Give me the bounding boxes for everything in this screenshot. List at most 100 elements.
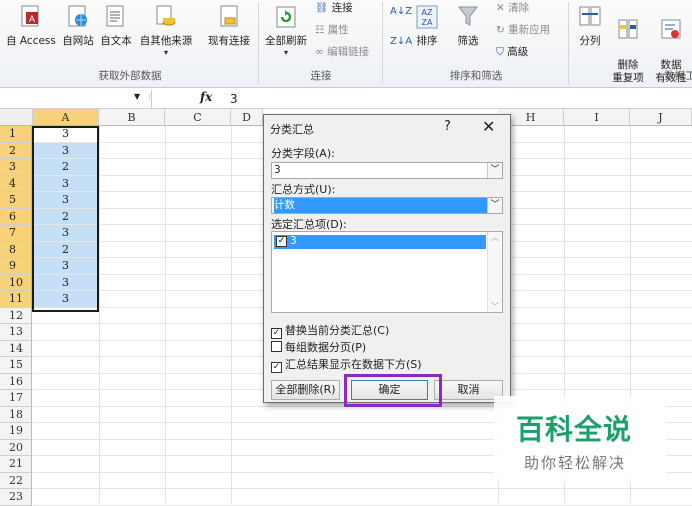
select-all-corner[interactable]	[0, 109, 33, 126]
sort-button[interactable]: AZ ZA 排序	[412, 4, 442, 48]
row-header[interactable]: 11	[0, 291, 32, 308]
connections-label: 连接	[331, 2, 353, 14]
ribbon-separator	[258, 2, 259, 84]
filter-button[interactable]: 筛选	[448, 4, 488, 48]
page-break-checkbox[interactable]: 每组数据分页(P)	[271, 339, 366, 355]
row-header[interactable]: 4	[0, 175, 32, 192]
sort-descending-icon: Z↓A	[390, 36, 413, 47]
existing-connections-label: 现有连接	[208, 35, 250, 47]
chevron-down-icon[interactable]: ﹀	[487, 198, 502, 213]
text-file-icon	[106, 5, 124, 27]
row-header[interactable]: 17	[0, 390, 32, 407]
remove-duplicates-button[interactable]: 删除 重复项	[610, 4, 646, 85]
row-header[interactable]: 3	[0, 159, 32, 176]
access-db-icon: A	[21, 5, 39, 27]
reapply-button[interactable]: ↻ 重新应用	[496, 22, 550, 37]
remove-duplicates-icon	[618, 19, 638, 39]
column-header-d[interactable]: D	[231, 109, 263, 126]
row-header[interactable]: 20	[0, 439, 32, 456]
from-access-button[interactable]: A 自 Access	[4, 4, 58, 48]
row-header[interactable]: 14	[0, 340, 32, 357]
list-item-label: 3	[290, 235, 297, 247]
sort-descending-button[interactable]: Z↓A	[390, 36, 412, 47]
ribbon-separator	[568, 2, 569, 84]
formula-input[interactable]: 3	[230, 92, 238, 106]
edit-links-button[interactable]: ∞ 编辑链接	[315, 44, 369, 59]
ribbon: A 自 Access 自网站 自文本 自其他来源 ▾ 现有连接 获取外部数据 全…	[0, 0, 692, 88]
sort-ascending-icon: A↓Z	[390, 6, 413, 17]
remove-all-button[interactable]: 全部删除(R)	[271, 380, 340, 400]
row-header[interactable]: 7	[0, 225, 32, 242]
clear-filter-button[interactable]: ✕ 清除	[496, 0, 529, 15]
row-header[interactable]: 10	[0, 274, 32, 291]
summary-below-label: 汇总结果显示在数据下方(S)	[285, 358, 422, 371]
scroll-down-icon[interactable]: ﹀	[488, 301, 502, 312]
reapply-label: 重新应用	[508, 24, 551, 36]
text-to-columns-button[interactable]: 分列	[572, 4, 608, 48]
row-header[interactable]: 2	[0, 142, 32, 159]
insert-function-icon[interactable]: fx	[200, 90, 212, 104]
connections-icon: ⛓	[315, 2, 329, 14]
web-globe-icon	[68, 5, 87, 27]
existing-connections-button[interactable]: 现有连接	[202, 4, 256, 48]
row-header[interactable]: 15	[0, 357, 32, 374]
column-header-c[interactable]: C	[165, 109, 231, 126]
from-text-button[interactable]: 自文本	[98, 4, 134, 48]
gridline	[231, 126, 232, 503]
add-subtotal-to-label: 选定汇总项(D):	[271, 218, 347, 231]
column-header-i[interactable]: I	[564, 109, 630, 126]
row-header[interactable]: 22	[0, 472, 32, 489]
row-header[interactable]: 16	[0, 373, 32, 390]
gridline	[33, 488, 692, 489]
column-header-a[interactable]: A	[33, 109, 99, 126]
data-validation-icon	[661, 19, 681, 39]
add-subtotal-to-list[interactable]: ✓ 3 ︿ ﹀	[271, 231, 503, 313]
cancel-button[interactable]: 取消	[434, 380, 503, 400]
column-header-b[interactable]: B	[99, 109, 165, 126]
row-header[interactable]: 9	[0, 258, 32, 275]
from-web-button[interactable]: 自网站	[60, 4, 96, 48]
function-select[interactable]: 计数 ﹀	[271, 197, 503, 214]
close-icon[interactable]: ✕	[482, 117, 495, 136]
name-box[interactable]: ▼	[0, 90, 152, 108]
sort-ascending-button[interactable]: A↓Z	[390, 6, 412, 17]
properties-button[interactable]: ☷ 属性	[315, 22, 349, 37]
ok-button-highlight	[344, 374, 442, 407]
row-header[interactable]: 23	[0, 489, 32, 506]
row-header[interactable]: 6	[0, 208, 32, 225]
group-by-select[interactable]: 3 ﹀	[271, 162, 503, 179]
row-header[interactable]: 13	[0, 324, 32, 341]
row-header[interactable]: 1	[0, 126, 32, 143]
from-other-sources-button[interactable]: 自其他来源 ▾	[136, 4, 196, 57]
row-header[interactable]: 21	[0, 456, 32, 473]
watermark-title: 百科全说	[516, 413, 633, 446]
column-header-j[interactable]: J	[630, 109, 692, 126]
row-header[interactable]: 19	[0, 423, 32, 440]
chevron-down-icon[interactable]: ▼	[134, 92, 140, 101]
edit-links-label: 编辑链接	[327, 46, 370, 58]
gridline	[99, 126, 100, 503]
checkbox-checked-icon[interactable]: ✓	[276, 236, 287, 247]
text-to-columns-label: 分列	[579, 35, 601, 47]
row-header[interactable]: 12	[0, 307, 32, 324]
connections-button[interactable]: ⛓ 连接	[315, 0, 353, 15]
scroll-up-icon[interactable]: ︿	[488, 232, 502, 243]
page-break-label: 每组数据分页(P)	[285, 341, 367, 354]
chevron-down-icon[interactable]: ﹀	[487, 163, 502, 178]
row-header[interactable]: 18	[0, 406, 32, 423]
summary-below-checkbox[interactable]: ✓ 汇总结果显示在数据下方(S)	[271, 356, 422, 373]
checkbox-checked-icon: ✓	[271, 362, 282, 373]
advanced-filter-label: 高级	[507, 46, 529, 58]
other-source-icon	[156, 5, 176, 26]
list-item[interactable]: ✓ 3	[274, 235, 486, 249]
advanced-filter-button[interactable]: ⛉ 高级	[496, 44, 528, 59]
sort-label: 排序	[416, 35, 438, 47]
row-header[interactable]: 5	[0, 192, 32, 209]
help-icon[interactable]: ?	[444, 119, 451, 134]
text-to-columns-icon	[579, 6, 601, 26]
replace-current-checkbox[interactable]: ✓ 替换当前分类汇总(C)	[271, 322, 389, 339]
row-header[interactable]: 8	[0, 241, 32, 258]
properties-icon: ☷	[315, 24, 325, 36]
scrollbar[interactable]: ︿ ﹀	[487, 232, 502, 312]
refresh-all-button[interactable]: 全部刷新 ▾	[262, 4, 310, 57]
